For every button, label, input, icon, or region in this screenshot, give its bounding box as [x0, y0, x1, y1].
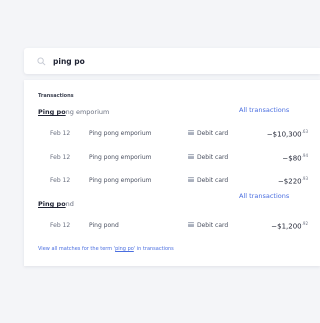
payment-method: Debit card: [197, 130, 229, 137]
transaction-date: Feb 12: [50, 177, 71, 184]
all-transactions-link[interactable]: All transactions: [239, 106, 289, 114]
unmatched-text: nd: [65, 200, 74, 208]
transaction-merchant: Ping pond: [89, 222, 119, 229]
transaction-date: Feb 12: [50, 130, 71, 137]
section-title-transactions: Transactions: [38, 93, 74, 99]
transaction-amount: −$1,200.92: [271, 221, 308, 231]
transaction-date: Feb 12: [50, 154, 71, 161]
transaction-date: Feb 12: [50, 222, 71, 229]
transaction-row[interactable]: Feb 12 Ping pong emporium Debit card −$1…: [24, 128, 320, 140]
transaction-amount: −$10,300.63: [266, 129, 308, 139]
all-transactions-link[interactable]: All transactions: [239, 192, 289, 200]
payment-method: Debit card: [197, 177, 229, 184]
transaction-merchant: Ping pong emporium: [89, 130, 152, 137]
transaction-row[interactable]: Feb 12 Ping pong emporium Debit card −$8…: [24, 152, 320, 164]
card-icon: [188, 222, 194, 227]
result-group-label[interactable]: Ping pond: [38, 200, 74, 208]
search-term: ping po: [115, 246, 134, 252]
transaction-merchant: Ping pong emporium: [89, 177, 152, 184]
view-all-matches-link[interactable]: View all matches for the term 'ping po' …: [38, 246, 174, 252]
transaction-row[interactable]: Feb 12 Ping pond Debit card −$1,200.92: [24, 220, 320, 232]
search-icon: [35, 55, 47, 67]
unmatched-text: ng emporium: [65, 108, 110, 116]
matched-text: Ping po: [38, 108, 66, 116]
payment-method: Debit card: [197, 154, 229, 161]
card-icon: [188, 154, 194, 159]
transaction-row[interactable]: Feb 12 Ping pong emporium Debit card −$2…: [24, 175, 320, 187]
transaction-merchant: Ping pong emporium: [89, 154, 152, 161]
transaction-amount: −$220.93: [277, 176, 308, 186]
search-bar[interactable]: [24, 48, 320, 74]
result-group-label[interactable]: Ping pong emporium: [38, 108, 109, 116]
search-input[interactable]: [53, 56, 293, 66]
card-icon: [188, 130, 194, 135]
matched-text: Ping po: [38, 200, 66, 208]
search-results-panel: Transactions Ping pong emporium All tran…: [24, 80, 320, 266]
card-icon: [188, 177, 194, 182]
payment-method: Debit card: [197, 222, 229, 229]
transaction-amount: −$80.94: [282, 153, 308, 163]
